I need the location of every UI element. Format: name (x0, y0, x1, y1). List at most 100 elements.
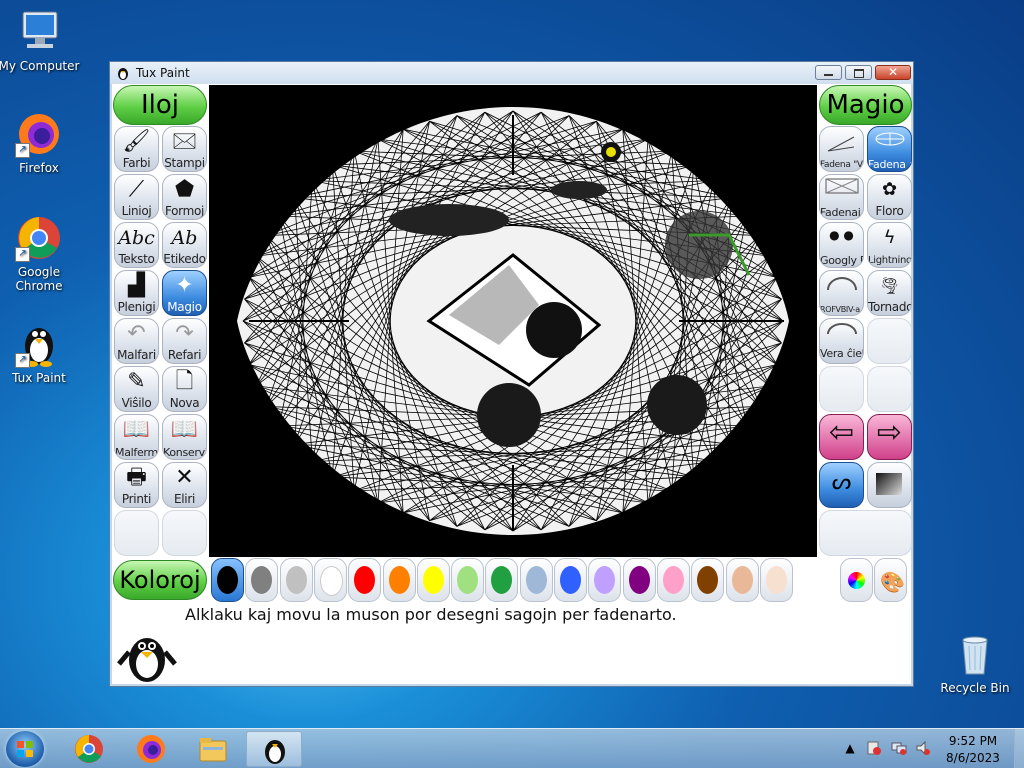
taskbar-tux-paint[interactable] (246, 731, 302, 767)
magic-paint-mode-button[interactable]: ᔕ (819, 462, 864, 508)
close-button[interactable]: ✕ (875, 65, 911, 80)
maximize-icon (854, 69, 864, 78)
color-swatch[interactable] (279, 558, 313, 602)
tool-fill-button[interactable]: ▟ Plenigi (114, 270, 159, 316)
color-swatch-dot (628, 566, 650, 594)
magic-string-art-button[interactable]: Fadena arto (867, 126, 912, 172)
magic-label: Floro (875, 204, 904, 218)
magic-lightning-button[interactable]: ϟ Lightning (867, 222, 912, 268)
tool-stamp-button[interactable]: 🖂 Stampi (162, 126, 207, 172)
tool-label: Malfermi (115, 446, 159, 459)
tool-eraser-button[interactable]: ✎ Viŝilo (114, 366, 159, 412)
color-swatch[interactable] (691, 558, 725, 602)
paint-stroke-icon: ᔕ (831, 470, 852, 495)
tool-save-button[interactable]: 📖 Konservi (162, 414, 207, 460)
desktop-icon-google-chrome[interactable]: ↗ Google Chrome (0, 214, 81, 293)
color-swatch-dot (251, 566, 273, 594)
desktop-icon-tux-paint[interactable]: ↗ Tux Paint (0, 320, 81, 385)
chrome-icon: ↗ (15, 214, 63, 262)
window-title: Tux Paint (136, 66, 190, 80)
show-desktop-button[interactable] (1014, 729, 1024, 768)
color-swatch-dot (525, 566, 547, 594)
color-swatch[interactable] (725, 558, 759, 602)
action-center-icon[interactable] (866, 740, 882, 756)
color-swatch[interactable] (211, 558, 244, 602)
magic-googly-eyes-button[interactable]: ● ● Googly Eyes (819, 222, 864, 268)
show-hidden-icons-button[interactable]: ▲ (843, 741, 857, 755)
previous-page-button[interactable]: ⇦ (819, 414, 864, 460)
color-swatch-dot (422, 566, 444, 594)
color-swatch[interactable] (588, 558, 622, 602)
color-swatch-dot (560, 566, 581, 594)
color-swatch[interactable] (348, 558, 382, 602)
save-book-icon: 📖 (170, 417, 199, 442)
color-mixer-button[interactable]: 🎨 (874, 558, 907, 602)
desktop-icon-my-computer[interactable]: My Computer (0, 8, 81, 73)
magic-label: Fadenaj limoj (820, 206, 863, 219)
tool-label-button[interactable]: Ab Etikedo (162, 222, 207, 268)
shortcut-arrow-icon: ↗ (15, 143, 30, 158)
magic-fullscreen-mode-button[interactable] (867, 462, 912, 508)
tool-open-button[interactable]: 📖 Malfermi (114, 414, 159, 460)
minimize-button[interactable] (815, 65, 842, 80)
color-swatch[interactable] (451, 558, 485, 602)
tux-paint-window: Tux Paint ✕ Iloj Magio 🖌 Farbi 🖂 Stampi ⟋ L… (109, 61, 914, 687)
title-bar[interactable]: Tux Paint ✕ (110, 62, 913, 84)
tool-label: Stampi (164, 156, 205, 170)
network-icon[interactable] (891, 740, 907, 756)
clock-time[interactable]: 9:52 PM (938, 734, 1008, 748)
drawing-canvas[interactable] (209, 85, 817, 557)
color-swatch-dot (491, 566, 513, 594)
next-page-button[interactable]: ⇨ (867, 414, 912, 460)
magic-flower-button[interactable]: ✿ Floro (867, 174, 912, 220)
tux-penguin-icon (265, 740, 285, 764)
redo-icon: ↷ (175, 321, 194, 346)
tool-text-button[interactable]: Abc Teksto (114, 222, 159, 268)
color-swatch[interactable] (656, 558, 690, 602)
tool-print-button[interactable]: 🖶 Printi (114, 462, 159, 508)
magic-true-rainbow-button[interactable]: Vera ĉielarko (819, 318, 864, 364)
color-picker-rainbow-button[interactable] (840, 558, 873, 602)
color-swatch-dot (731, 566, 753, 594)
color-swatch[interactable] (245, 558, 279, 602)
magic-rainbow-arc-button[interactable]: ROFVBIV-a ĉielarko (819, 270, 864, 316)
magic-string-v-button[interactable]: Fadena "V" (819, 126, 864, 172)
color-swatch[interactable] (554, 558, 587, 602)
magic-label: Vera ĉielarko (820, 347, 864, 360)
tool-redo-button[interactable]: ↷ Refari (162, 318, 207, 364)
tool-shapes-button[interactable]: ⬟ Formoj (162, 174, 207, 220)
taskbar-chrome[interactable] (61, 731, 117, 767)
color-swatch[interactable] (416, 558, 450, 602)
tool-new-button[interactable]: 🗋 Nova (162, 366, 207, 412)
clock-date[interactable]: 8/6/2023 (938, 751, 1008, 765)
color-swatch[interactable] (485, 558, 519, 602)
tool-undo-button[interactable]: ↶ Malfari (114, 318, 159, 364)
color-swatch[interactable] (622, 558, 656, 602)
tool-magic-button[interactable]: ✦ Magio (162, 270, 207, 316)
desktop-icon-label: Tux Paint (12, 371, 66, 385)
tool-quit-button[interactable]: ✕ Eliri (162, 462, 207, 508)
desktop-icon-recycle-bin[interactable]: Recycle Bin (933, 630, 1017, 695)
color-swatch[interactable] (759, 558, 793, 602)
color-swatch-dot (217, 566, 238, 594)
color-swatch-dot (457, 566, 479, 594)
firefox-icon: ↗ (15, 110, 63, 158)
start-button[interactable] (6, 731, 44, 767)
desktop-icon-firefox[interactable]: ↗ Firefox (0, 110, 81, 175)
magic-label: Fadena "V" (820, 160, 864, 170)
tool-lines-button[interactable]: ⟋ Linioj (114, 174, 159, 220)
taskbar-file-explorer[interactable] (185, 731, 241, 767)
maximize-button[interactable] (845, 65, 872, 80)
color-swatch[interactable] (382, 558, 416, 602)
magic-tornado-button[interactable]: 🌪 Tornado (867, 270, 912, 316)
fullscreen-wand-icon (876, 473, 902, 495)
volume-icon[interactable] (915, 740, 931, 756)
tux-app-icon (115, 65, 131, 81)
color-swatch[interactable] (519, 558, 553, 602)
tool-paint-button[interactable]: 🖌 Farbi (114, 126, 159, 172)
taskbar-firefox[interactable] (123, 731, 179, 767)
color-swatch-dot (697, 566, 719, 594)
color-swatch[interactable] (313, 558, 347, 602)
magic-string-edges-button[interactable]: Fadenaj limoj (819, 174, 864, 220)
tool-label: Printi (121, 492, 152, 506)
